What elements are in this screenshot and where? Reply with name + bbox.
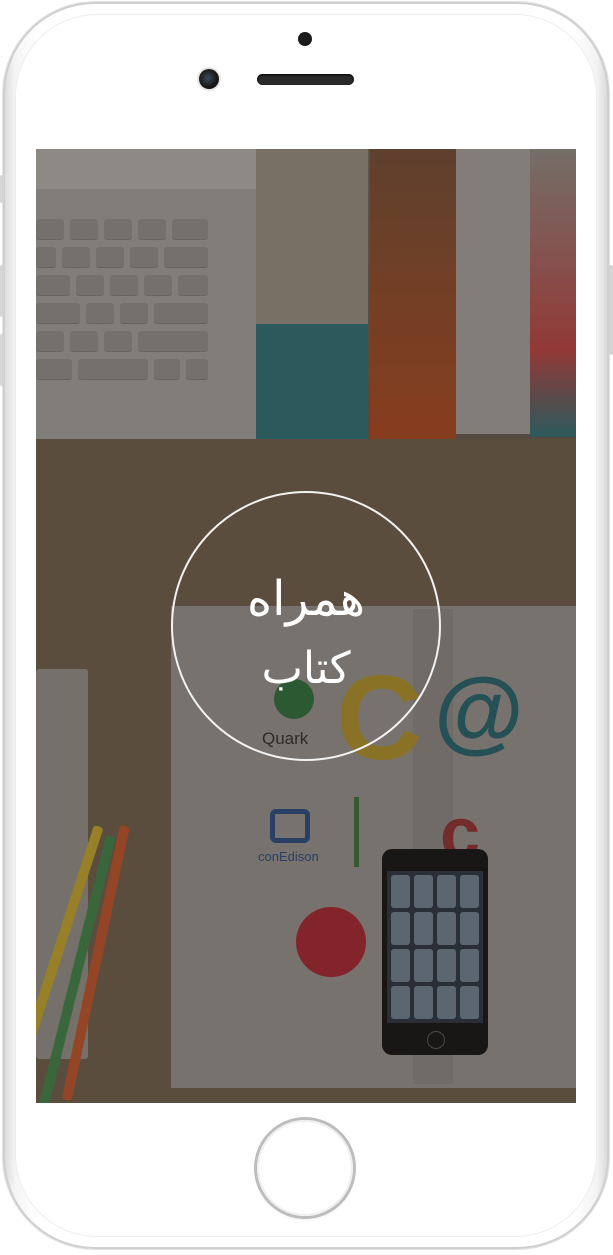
proximity-sensor xyxy=(298,32,312,46)
earpiece-speaker xyxy=(257,74,354,85)
app-logo-emblem[interactable]: همراه کتاب xyxy=(171,491,441,761)
mute-switch[interactable] xyxy=(0,175,4,203)
app-title-line2: کتاب xyxy=(261,643,351,694)
app-screen: C @ Quark conEdison c همراه کتاب xyxy=(36,149,576,1103)
app-title-line1: همراه xyxy=(246,571,366,627)
volume-up-button[interactable] xyxy=(0,265,4,317)
front-camera-icon xyxy=(199,69,219,89)
power-button[interactable] xyxy=(609,265,613,355)
home-button[interactable] xyxy=(257,1120,353,1216)
volume-down-button[interactable] xyxy=(0,334,4,386)
